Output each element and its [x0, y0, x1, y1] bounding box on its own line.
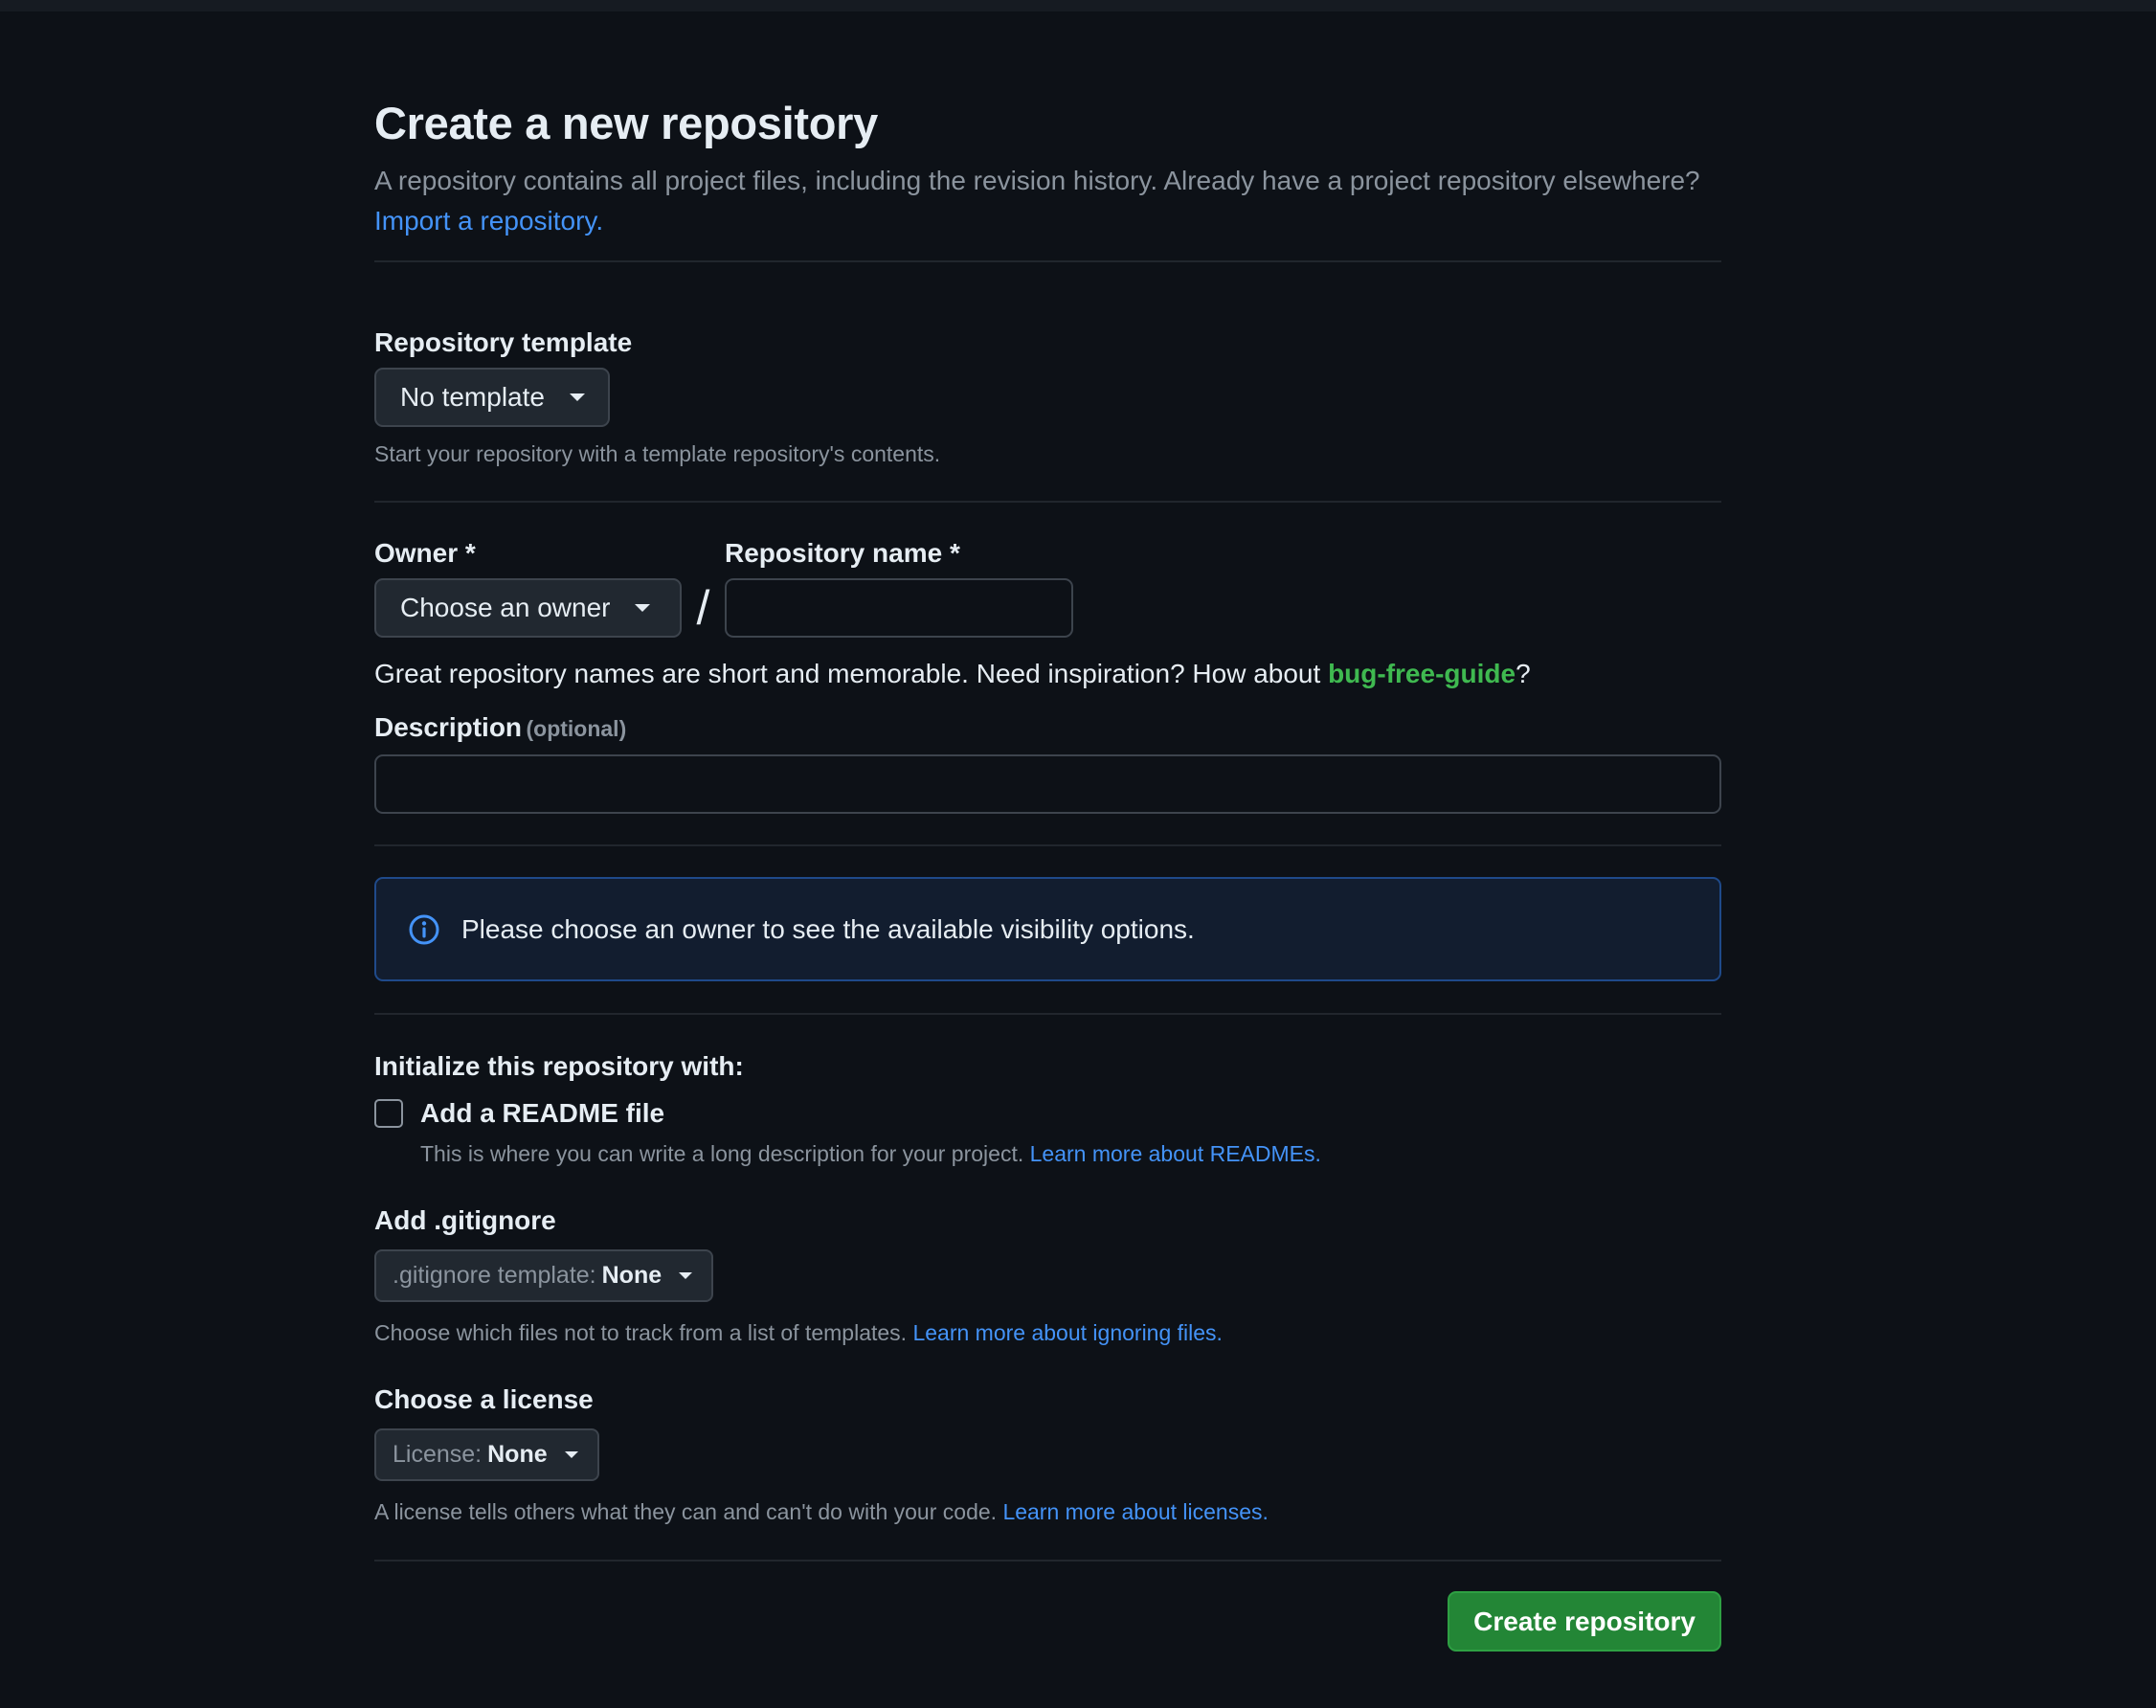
owner-repo-separator: /: [696, 581, 710, 635]
repo-name-input[interactable]: [725, 578, 1073, 638]
initialize-section: Initialize this repository with: Add a R…: [374, 1049, 1721, 1169]
visibility-message: Please choose an owner to see the availa…: [461, 913, 1195, 944]
chevron-down-icon: [564, 1451, 578, 1458]
page-intro: A repository contains all project files,…: [374, 161, 1721, 241]
learn-readmes-link[interactable]: Learn more about READMEs.: [1030, 1141, 1321, 1166]
gitignore-select[interactable]: .gitignore template: None: [374, 1249, 714, 1302]
divider: [374, 1560, 1721, 1562]
repo-name-group: Repository name *: [725, 536, 1073, 638]
page-title: Create a new repository: [374, 98, 878, 148]
description-label-row: Description (optional): [374, 710, 1721, 745]
template-select-value: No template: [400, 382, 545, 412]
readme-help: This is where you can write a long descr…: [420, 1141, 1024, 1166]
top-bar: [0, 0, 2156, 11]
learn-ignoring-files-link[interactable]: Learn more about ignoring files.: [912, 1320, 1222, 1345]
divider: [374, 844, 1721, 846]
owner-label: Owner *: [374, 538, 476, 568]
description-section: Description (optional): [374, 710, 1721, 814]
license-heading: Choose a license: [374, 1384, 594, 1414]
gitignore-section: Add .gitignore .gitignore template: None…: [374, 1203, 1721, 1348]
template-select[interactable]: No template: [374, 368, 610, 427]
divider: [374, 501, 1721, 503]
import-repository-link[interactable]: Import a repository.: [374, 206, 603, 236]
repo-name-suggestion: Great repository names are short and mem…: [374, 657, 1721, 691]
license-help-row: A license tells others what they can and…: [374, 1496, 1721, 1527]
gitignore-heading: Add .gitignore: [374, 1205, 556, 1235]
readme-help-row: This is where you can write a long descr…: [420, 1138, 1721, 1169]
gitignore-help: Choose which files not to track from a l…: [374, 1320, 908, 1345]
owner-repo-row: Owner * Choose an owner / Repository nam…: [374, 536, 1721, 638]
info-icon: [409, 914, 439, 944]
license-section: Choose a license License: None A license…: [374, 1382, 1721, 1527]
description-optional: (optional): [526, 716, 627, 741]
suggested-name[interactable]: bug-free-guide: [1328, 659, 1516, 688]
description-label: Description: [374, 712, 523, 742]
owner-group: Owner * Choose an owner: [374, 536, 682, 638]
license-select-prefix: License:: [393, 1441, 483, 1468]
new-repo-form: Create a new repository A repository con…: [374, 94, 1721, 1652]
readme-label[interactable]: Add a README file: [420, 1096, 664, 1131]
owner-select-value: Choose an owner: [400, 593, 611, 622]
gitignore-select-value: None: [601, 1262, 663, 1289]
suggestion-suffix: ?: [1516, 659, 1531, 688]
license-select[interactable]: License: None: [374, 1428, 599, 1481]
template-section: Repository template No template Start yo…: [374, 326, 1721, 469]
intro-text: A repository contains all project files,…: [374, 166, 1700, 195]
create-repository-button[interactable]: Create repository: [1448, 1591, 1721, 1652]
divider: [374, 1013, 1721, 1015]
template-help: Start your repository with a template re…: [374, 441, 941, 466]
gitignore-help-row: Choose which files not to track from a l…: [374, 1317, 1721, 1348]
readme-option: Add a README file: [374, 1096, 1721, 1131]
chevron-down-icon: [569, 393, 585, 401]
chevron-down-icon: [635, 604, 651, 612]
readme-checkbox[interactable]: [374, 1099, 403, 1128]
description-input[interactable]: [374, 754, 1721, 814]
owner-select[interactable]: Choose an owner: [374, 578, 682, 638]
learn-licenses-link[interactable]: Learn more about licenses.: [1002, 1499, 1268, 1524]
template-label: Repository template: [374, 327, 633, 357]
form-actions: Create repository: [374, 1591, 1721, 1652]
chevron-down-icon: [679, 1272, 693, 1279]
divider: [374, 260, 1721, 262]
visibility-notice: Please choose an owner to see the availa…: [374, 877, 1721, 981]
license-select-value: None: [487, 1441, 548, 1468]
license-help: A license tells others what they can and…: [374, 1499, 998, 1524]
gitignore-select-prefix: .gitignore template:: [393, 1262, 596, 1289]
repo-name-label: Repository name *: [725, 538, 960, 568]
initialize-heading: Initialize this repository with:: [374, 1051, 744, 1081]
suggestion-prefix: Great repository names are short and mem…: [374, 659, 1321, 688]
